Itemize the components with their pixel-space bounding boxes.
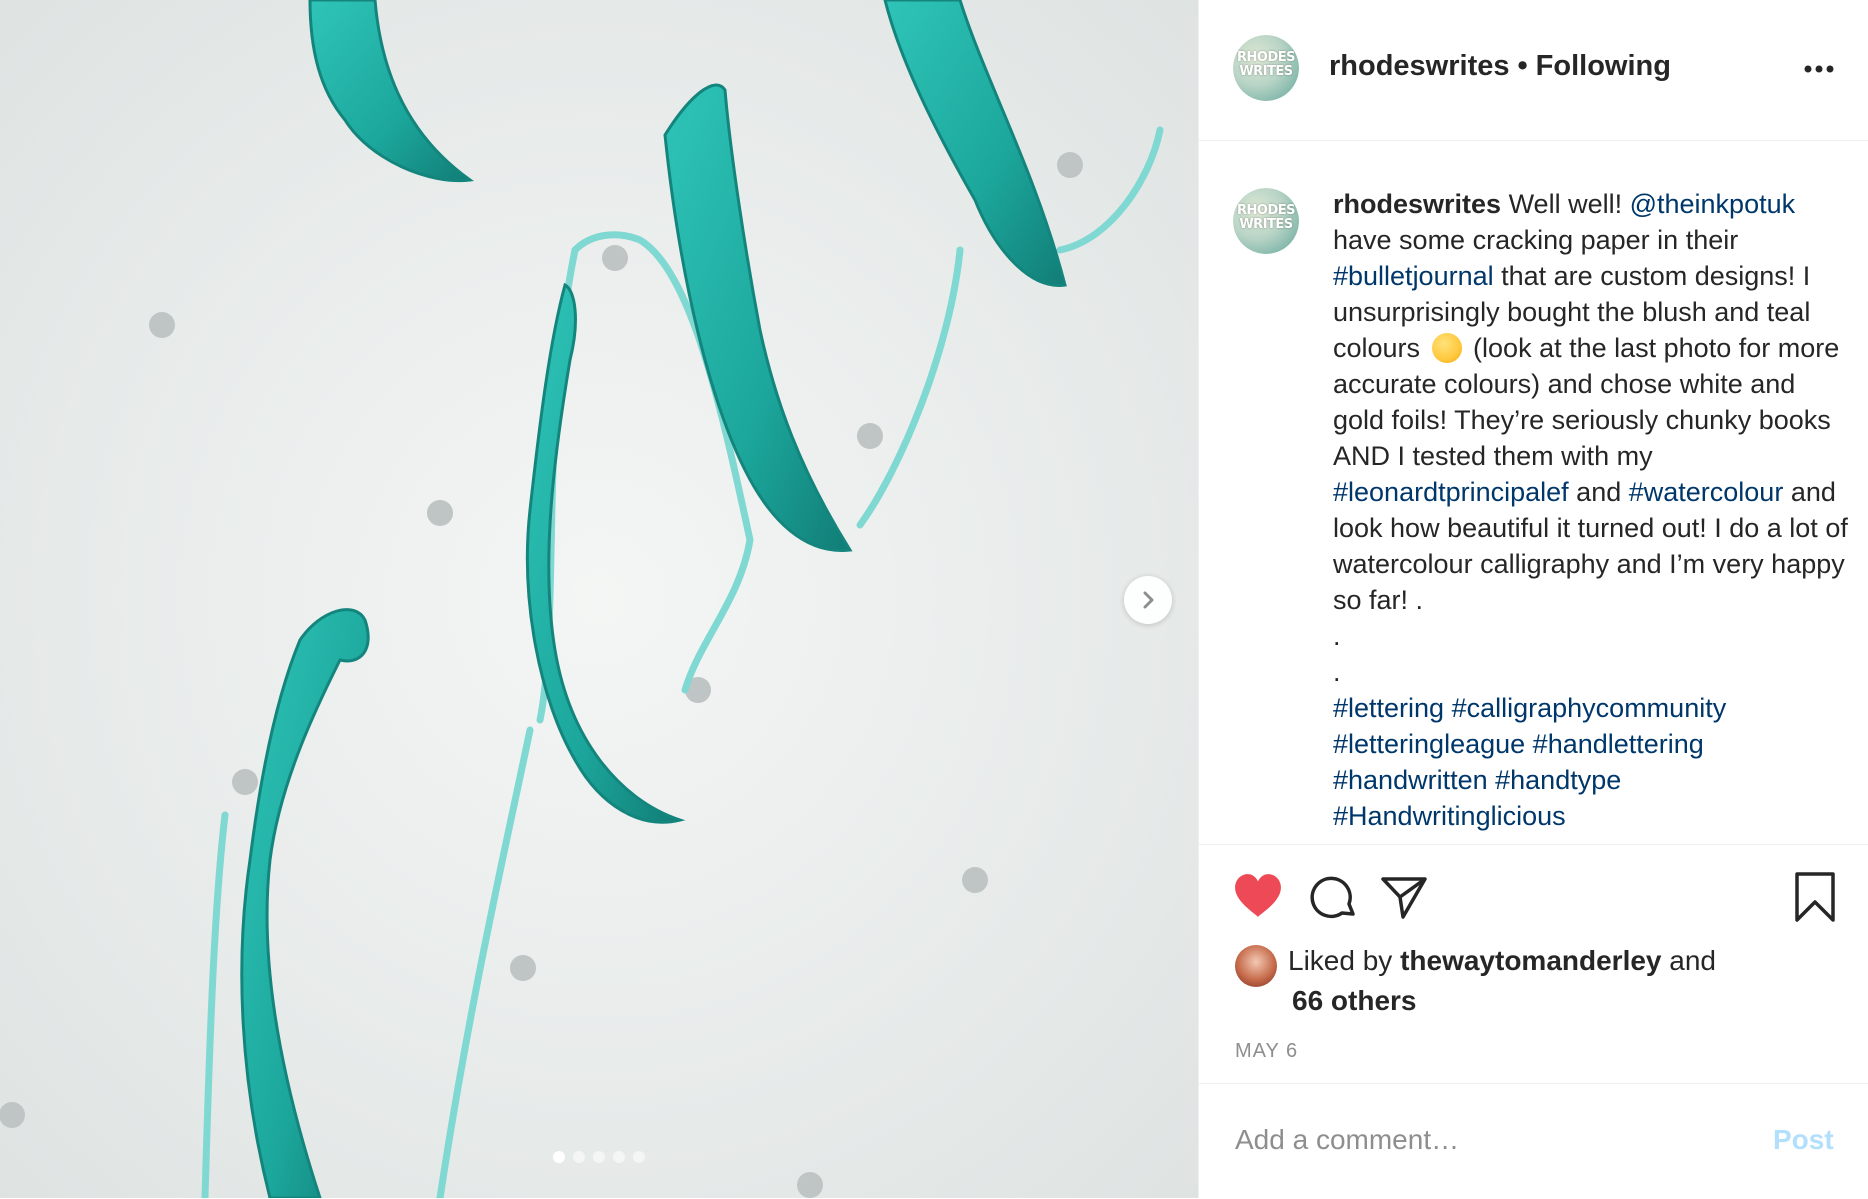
likes-others-link[interactable]: 66 others <box>1292 981 1728 1021</box>
caption-text: rhodeswrites Well well! @theinkpotuk hav… <box>1333 186 1853 834</box>
upside-down-face-emoji-icon <box>1431 333 1462 363</box>
caption-username[interactable]: rhodeswrites <box>1333 189 1501 219</box>
hashtag-link[interactable]: #letteringleague <box>1333 729 1525 759</box>
caption-dot: . <box>1333 657 1341 687</box>
likes-prefix: Liked by <box>1288 945 1401 976</box>
caption-author-avatar[interactable]: RHODES WRITES <box>1233 188 1299 254</box>
caption-segment: Well well! <box>1501 189 1630 219</box>
post-date[interactable]: MAY 6 <box>1235 1040 1298 1063</box>
hashtag-link[interactable]: #watercolour <box>1629 477 1784 507</box>
liker-username[interactable]: thewaytomanderley <box>1400 945 1661 976</box>
hashtag-link[interactable]: #handwritten <box>1333 765 1488 795</box>
carousel-dot <box>573 1151 585 1163</box>
hashtag-link[interactable]: #lettering <box>1333 693 1444 723</box>
calligraphy-image <box>0 0 1198 1198</box>
comment-icon <box>1310 876 1355 919</box>
post-side-panel: RHODES WRITES rhodeswrites • Following RHOD… <box>1198 0 1868 1198</box>
likes-suffix: and <box>1661 945 1716 976</box>
carousel-dot <box>553 1151 565 1163</box>
bookmark-icon <box>1795 872 1835 922</box>
chevron-right-icon <box>1143 591 1154 609</box>
hashtag-link[interactable]: #handtype <box>1495 765 1621 795</box>
comment-bar: Post <box>1199 1083 1868 1199</box>
caption-dot: . <box>1333 621 1341 651</box>
liker-avatar[interactable] <box>1235 945 1277 987</box>
next-photo-button[interactable] <box>1124 576 1172 624</box>
avatar-logo-text: WRITES <box>1239 64 1293 79</box>
hashtag-link[interactable]: #handlettering <box>1533 729 1704 759</box>
more-options-button[interactable] <box>1799 54 1839 84</box>
like-button[interactable] <box>1233 873 1283 924</box>
post-comment-button[interactable]: Post <box>1773 1124 1834 1156</box>
header-line: rhodeswrites • Following <box>1329 50 1671 83</box>
post-header: RHODES WRITES rhodeswrites • Following <box>1199 0 1868 141</box>
comment-button[interactable] <box>1309 873 1359 928</box>
carousel-dot <box>593 1151 605 1163</box>
carousel-indicator <box>553 1151 645 1163</box>
comment-input[interactable] <box>1233 1114 1737 1166</box>
more-icon <box>1804 65 1834 73</box>
post-actions: Liked by thewaytomanderley and 66 others… <box>1199 844 1868 1085</box>
carousel-dot <box>613 1151 625 1163</box>
following-button[interactable]: Following <box>1536 50 1671 82</box>
mention-link[interactable]: @theinkpotuk <box>1630 189 1796 219</box>
post-photo[interactable] <box>0 0 1198 1198</box>
share-icon <box>1381 877 1427 919</box>
hashtag-link[interactable]: #leonardtprincipalef <box>1333 477 1569 507</box>
avatar-logo-text: RHODES <box>1237 203 1295 218</box>
hashtag-link[interactable]: #Handwritinglicious <box>1333 801 1566 831</box>
caption-area[interactable]: RHODES WRITES rhodeswrites Well well! @th… <box>1199 141 1868 843</box>
avatar-logo-text: WRITES <box>1239 217 1293 232</box>
likes-text: Liked by thewaytomanderley and 66 others <box>1288 941 1728 1021</box>
hashtag-link[interactable]: #calligraphycommunity <box>1452 693 1727 723</box>
caption-segment: have some cracking paper in their <box>1333 225 1739 255</box>
author-avatar[interactable]: RHODES WRITES <box>1233 35 1299 101</box>
hashtag-link[interactable]: #bulletjournal <box>1333 261 1494 291</box>
separator-dot: • <box>1517 50 1528 82</box>
post-dialog: RHODES WRITES rhodeswrites • Following RHOD… <box>0 0 1868 1198</box>
share-button[interactable] <box>1379 871 1429 926</box>
avatar-logo-text: RHODES <box>1237 50 1295 65</box>
carousel-dot <box>633 1151 645 1163</box>
caption-segment: and <box>1568 477 1629 507</box>
save-button[interactable] <box>1793 871 1837 928</box>
author-username[interactable]: rhodeswrites <box>1329 50 1510 82</box>
heart-icon <box>1235 874 1281 917</box>
